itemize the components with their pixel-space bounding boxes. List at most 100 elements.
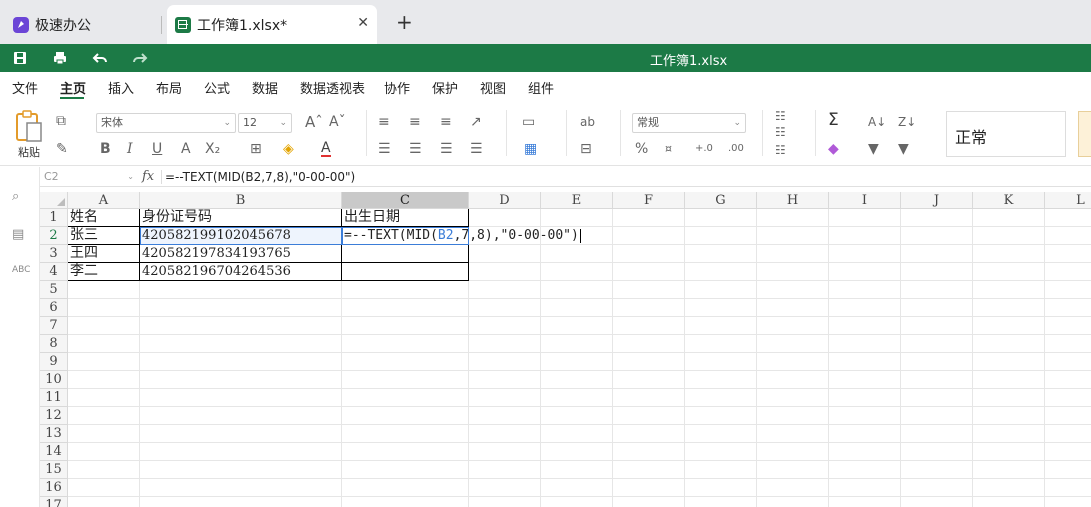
cell-I11[interactable] <box>829 389 901 407</box>
cell-A11[interactable] <box>68 389 140 407</box>
cell-D1[interactable] <box>469 209 541 227</box>
cell-K10[interactable] <box>973 371 1045 389</box>
cell-K4[interactable] <box>973 263 1045 281</box>
format-row-icon[interactable]: ☷ <box>775 142 786 158</box>
cell-F17[interactable] <box>613 497 685 507</box>
cell-E14[interactable] <box>541 443 613 461</box>
cell-K1[interactable] <box>973 209 1045 227</box>
cell-C14[interactable] <box>342 443 469 461</box>
cell-A6[interactable] <box>68 299 140 317</box>
cell-G2[interactable] <box>685 227 757 245</box>
row-header-8[interactable]: 8 <box>40 335 68 353</box>
menu-view[interactable]: 视图 <box>480 78 506 97</box>
cell-G6[interactable] <box>685 299 757 317</box>
cell-H11[interactable] <box>757 389 829 407</box>
number-format-select[interactable]: 常规 ⌄ <box>632 113 746 133</box>
cell-F4[interactable] <box>613 263 685 281</box>
close-icon[interactable]: ✕ <box>357 15 369 31</box>
row-header-3[interactable]: 3 <box>40 245 68 263</box>
column-header-H[interactable]: H <box>757 192 829 209</box>
cell-A3[interactable]: 王四 <box>68 245 140 263</box>
cell-G5[interactable] <box>685 281 757 299</box>
cell-B16[interactable] <box>140 479 342 497</box>
row-header-9[interactable]: 9 <box>40 353 68 371</box>
row-header-16[interactable]: 16 <box>40 479 68 497</box>
italic-icon[interactable]: I <box>127 141 133 157</box>
row-header-4[interactable]: 4 <box>40 263 68 281</box>
row-header-11[interactable]: 11 <box>40 389 68 407</box>
cell-B17[interactable] <box>140 497 342 507</box>
align-center-icon[interactable]: ☰ <box>409 141 422 157</box>
convert-icon[interactable]: ab <box>580 114 595 130</box>
cell-F2[interactable] <box>613 227 685 245</box>
sort-ascending-icon[interactable]: A↓ <box>868 114 886 130</box>
cell-F9[interactable] <box>613 353 685 371</box>
cell-J9[interactable] <box>901 353 973 371</box>
align-bottom-icon[interactable]: ≡ <box>440 114 452 130</box>
cell-I3[interactable] <box>829 245 901 263</box>
cell-B4[interactable]: 420582196704264536 <box>140 263 342 281</box>
cell-A13[interactable] <box>68 425 140 443</box>
cell-L3[interactable] <box>1045 245 1091 263</box>
clear-filter-icon[interactable]: ▼ <box>898 141 909 157</box>
cell-B8[interactable] <box>140 335 342 353</box>
cell-J1[interactable] <box>901 209 973 227</box>
cell-G1[interactable] <box>685 209 757 227</box>
cell-L7[interactable] <box>1045 317 1091 335</box>
cell-L6[interactable] <box>1045 299 1091 317</box>
cell-K14[interactable] <box>973 443 1045 461</box>
cell-J10[interactable] <box>901 371 973 389</box>
tab-home[interactable]: 极速办公 <box>0 5 160 44</box>
cell-F3[interactable] <box>613 245 685 263</box>
cell-F13[interactable] <box>613 425 685 443</box>
cell-K2[interactable] <box>973 227 1045 245</box>
cell-H1[interactable] <box>757 209 829 227</box>
cell-J8[interactable] <box>901 335 973 353</box>
cell-E9[interactable] <box>541 353 613 371</box>
cell-L9[interactable] <box>1045 353 1091 371</box>
cell-E17[interactable] <box>541 497 613 507</box>
menu-pivot[interactable]: 数据透视表 <box>300 78 365 97</box>
cell-G10[interactable] <box>685 371 757 389</box>
cell-B7[interactable] <box>140 317 342 335</box>
cell-I6[interactable] <box>829 299 901 317</box>
redo-icon[interactable] <box>132 50 148 66</box>
merge-cells-icon[interactable]: ▦ <box>524 141 537 157</box>
cell-J4[interactable] <box>901 263 973 281</box>
cell-H4[interactable] <box>757 263 829 281</box>
filter-icon[interactable]: ▼ <box>868 141 879 157</box>
subscript-icon[interactable]: X₂ <box>205 141 220 157</box>
cell-A4[interactable]: 李二 <box>68 263 140 281</box>
align-top-icon[interactable]: ≡ <box>378 114 390 130</box>
cell-B5[interactable] <box>140 281 342 299</box>
menu-file[interactable]: 文件 <box>12 78 38 97</box>
cell-I2[interactable] <box>829 227 901 245</box>
cell-B9[interactable] <box>140 353 342 371</box>
cell-H17[interactable] <box>757 497 829 507</box>
cell-C1[interactable]: 出生日期 <box>342 209 469 227</box>
row-header-17[interactable]: 17 <box>40 497 68 507</box>
column-header-I[interactable]: I <box>829 192 901 209</box>
cell-K7[interactable] <box>973 317 1045 335</box>
cell-I10[interactable] <box>829 371 901 389</box>
cell-B14[interactable] <box>140 443 342 461</box>
cell-A5[interactable] <box>68 281 140 299</box>
cell-E16[interactable] <box>541 479 613 497</box>
format-painter-icon[interactable]: ✎ <box>56 141 68 157</box>
print-icon[interactable] <box>52 50 68 66</box>
cell-F8[interactable] <box>613 335 685 353</box>
cell-C12[interactable] <box>342 407 469 425</box>
cell-A14[interactable] <box>68 443 140 461</box>
cell-D16[interactable] <box>469 479 541 497</box>
cell-K5[interactable] <box>973 281 1045 299</box>
cell-E11[interactable] <box>541 389 613 407</box>
cell-L16[interactable] <box>1045 479 1091 497</box>
cell-K6[interactable] <box>973 299 1045 317</box>
cell-C17[interactable] <box>342 497 469 507</box>
cell-J11[interactable] <box>901 389 973 407</box>
cell-C8[interactable] <box>342 335 469 353</box>
cell-G15[interactable] <box>685 461 757 479</box>
undo-icon[interactable] <box>92 50 108 66</box>
cell-B12[interactable] <box>140 407 342 425</box>
cell-H15[interactable] <box>757 461 829 479</box>
